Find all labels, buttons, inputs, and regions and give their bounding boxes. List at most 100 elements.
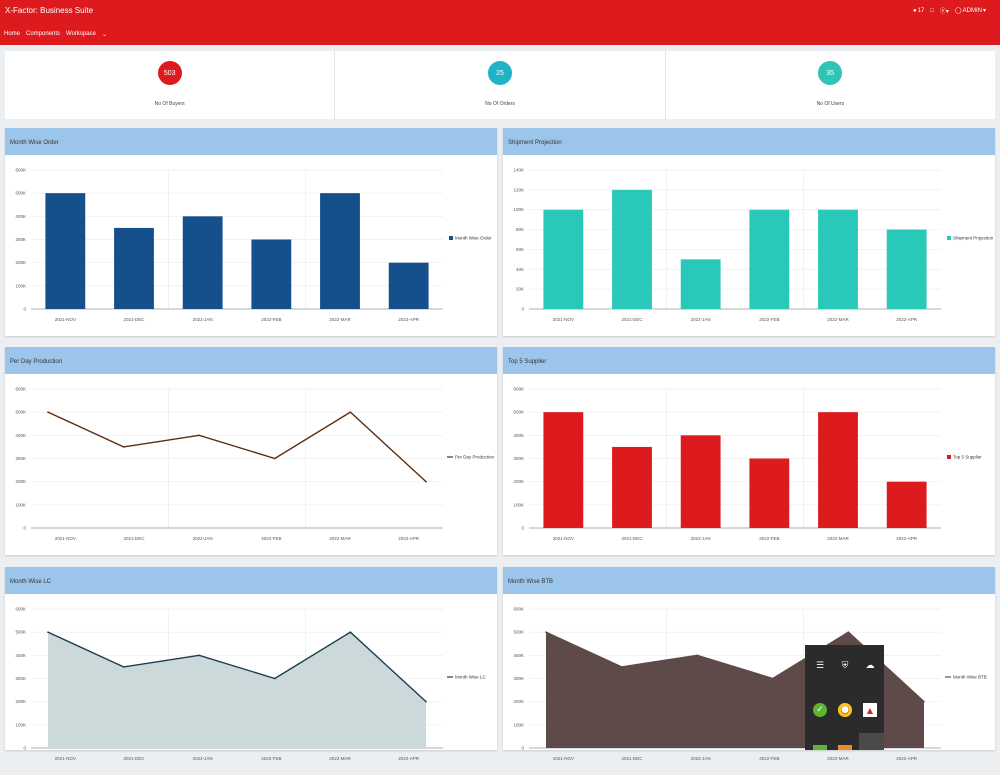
x-tick-label: 2022-JAN (691, 317, 711, 322)
cloud-icon[interactable]: ☁ (863, 659, 877, 673)
nav-workspace[interactable]: Workspace (66, 31, 96, 38)
y-tick-label: 100K (15, 722, 26, 727)
bar (886, 229, 927, 309)
panel-per-day-production: Per Day Production 0 100K 200K 300K 400K 500K… (5, 347, 497, 555)
legend-swatch (449, 236, 453, 240)
y-tick-label: 0 (521, 526, 524, 531)
legend-label: Per Day Production (455, 455, 495, 460)
y-tick-label: 400K (513, 653, 524, 658)
x-tick-label: 2021-NOV (553, 317, 574, 322)
per-day-production-chart: 0 100K 200K 300K 400K 500K 600K 2021-NOV 2021-DE… (15, 387, 495, 542)
x-tick-label: 2022-FEB (759, 536, 779, 541)
x-tick-label: 2022-MAR (827, 536, 849, 541)
shield-icon[interactable]: ⛨ (838, 659, 852, 673)
y-tick-label: 300K (15, 237, 26, 242)
top-5-supplier-chart: 0 100K 200K 300K 400K 500K 600K 2021-NOV 2021-DE… (513, 387, 982, 542)
x-tick-label: 2022-FEB (261, 317, 281, 322)
y-tick-label: 0 (23, 307, 26, 312)
help-button[interactable]: ⓔ▾ (940, 6, 949, 15)
system-tray-popup: ☰ ⛨ ☁ ✓ ● ▲ (805, 645, 884, 750)
chat-icon: □ (930, 7, 934, 14)
panel-top-5-supplier: Top 5 Supplier 0 100K 200K 300K 400K 500K 600K… (503, 347, 995, 555)
nav-home[interactable]: Home (4, 31, 20, 38)
data-point (47, 411, 49, 413)
bar (543, 209, 584, 309)
y-tick-label: 500K (15, 191, 26, 196)
speaker-icon[interactable]: ☰ (813, 659, 827, 673)
y-tick-label: 300K (513, 676, 524, 681)
check-icon[interactable]: ✓ (813, 703, 827, 717)
adobe-icon[interactable]: ▲ (863, 703, 877, 717)
x-tick-label: 2022-JAN (193, 317, 213, 322)
data-point (847, 631, 850, 633)
tray-icon-selected[interactable] (859, 733, 884, 750)
data-point (923, 700, 925, 703)
panel-shipment-projection: Shipment Projection 0 20K 40K 60K 80K 100K 120… (503, 128, 995, 336)
nav-components[interactable]: Components (26, 31, 60, 38)
legend-label: Shipment Projection (953, 236, 994, 241)
bar (749, 209, 790, 309)
notification-button[interactable]: ● 17 (913, 8, 924, 14)
y-tick-label: 100K (15, 502, 26, 507)
y-tick-label: 40K (516, 267, 524, 272)
y-tick-label: 20K (516, 287, 524, 292)
data-point (349, 631, 352, 633)
y-tick-label: 0 (23, 526, 26, 531)
x-tick-label: 2022-FEB (759, 317, 779, 322)
tray-icon-partial[interactable] (838, 745, 852, 750)
y-tick-label: 100K (513, 722, 524, 727)
panel-title: Month Wise BTB (503, 567, 995, 594)
panel-title: Month Wise Order (5, 128, 497, 155)
data-point (349, 411, 352, 413)
panel-month-wise-btb: Month Wise BTB 0 100K 200K 300K 400K 500K 600K… (503, 567, 995, 761)
bar (320, 193, 360, 309)
notification-count: 17 (917, 7, 925, 14)
stat-orders-label: No Of Orders (485, 101, 515, 107)
help-icon: ⓔ▾ (939, 9, 949, 15)
y-tick-label: 60K (516, 247, 524, 252)
chevron-down-icon[interactable]: ⌄ (102, 31, 107, 38)
bar (543, 412, 584, 528)
shipment-projection-chart: 0 20K 40K 60K 80K 100K 120K 140K 2021-NOV 2021-DE… (513, 168, 994, 323)
data-point (122, 666, 125, 668)
y-tick-label: 100K (15, 283, 26, 288)
panel-title: Month Wise LC (5, 567, 497, 594)
y-tick-label: 600K (513, 387, 524, 392)
user-menu[interactable]: ◯ ADMIN ▾ (955, 7, 986, 15)
x-tick-label: 2021-DEC (621, 536, 643, 541)
app-title: X-Factor: Business Suite (5, 6, 94, 15)
legend-label: Month Wise Order (455, 236, 492, 241)
bar (388, 262, 429, 309)
y-tick-label: 500K (513, 630, 524, 635)
y-tick-label: 120K (513, 187, 524, 192)
x-tick-label: 2022-FEB (261, 536, 281, 541)
data-point (425, 480, 427, 483)
bar (886, 481, 927, 528)
y-tick-label: 200K (513, 699, 524, 704)
x-tick-label: 2021-NOV (55, 536, 76, 541)
chat-button[interactable]: □ (930, 8, 934, 14)
x-tick-label: 2021-NOV (55, 756, 76, 761)
stat-orders: 25 No Of Orders (335, 51, 666, 119)
y-tick-label: 600K (15, 168, 26, 173)
x-tick-label: 2022-APR (896, 536, 918, 541)
month-wise-lc-chart: 0100K200K300K400K500K600K2021-NOV 2021-DE… (15, 607, 486, 762)
y-tick-label: 500K (15, 630, 26, 635)
data-point (198, 654, 200, 657)
stat-orders-value: 25 (487, 61, 512, 85)
y-tick-label: 200K (15, 479, 26, 484)
stat-users-value: 35 (818, 61, 843, 85)
bar (818, 412, 858, 528)
bar (680, 259, 721, 309)
stats-row: 503 No Of Buyers 25 No Of Orders 35 No O… (5, 51, 995, 119)
stat-buyers-value: 503 (157, 61, 182, 85)
y-tick-label: 400K (15, 433, 26, 438)
tray-icon-partial[interactable] (813, 745, 827, 750)
stat-users: 35 No Of Users (666, 51, 995, 119)
x-tick-label: 2021-DEC (123, 536, 145, 541)
x-tick-label: 2022-FEB (261, 756, 281, 761)
series-line (47, 411, 427, 483)
bar (612, 446, 652, 528)
chrome-icon[interactable]: ● (838, 703, 852, 717)
bar (818, 209, 858, 309)
